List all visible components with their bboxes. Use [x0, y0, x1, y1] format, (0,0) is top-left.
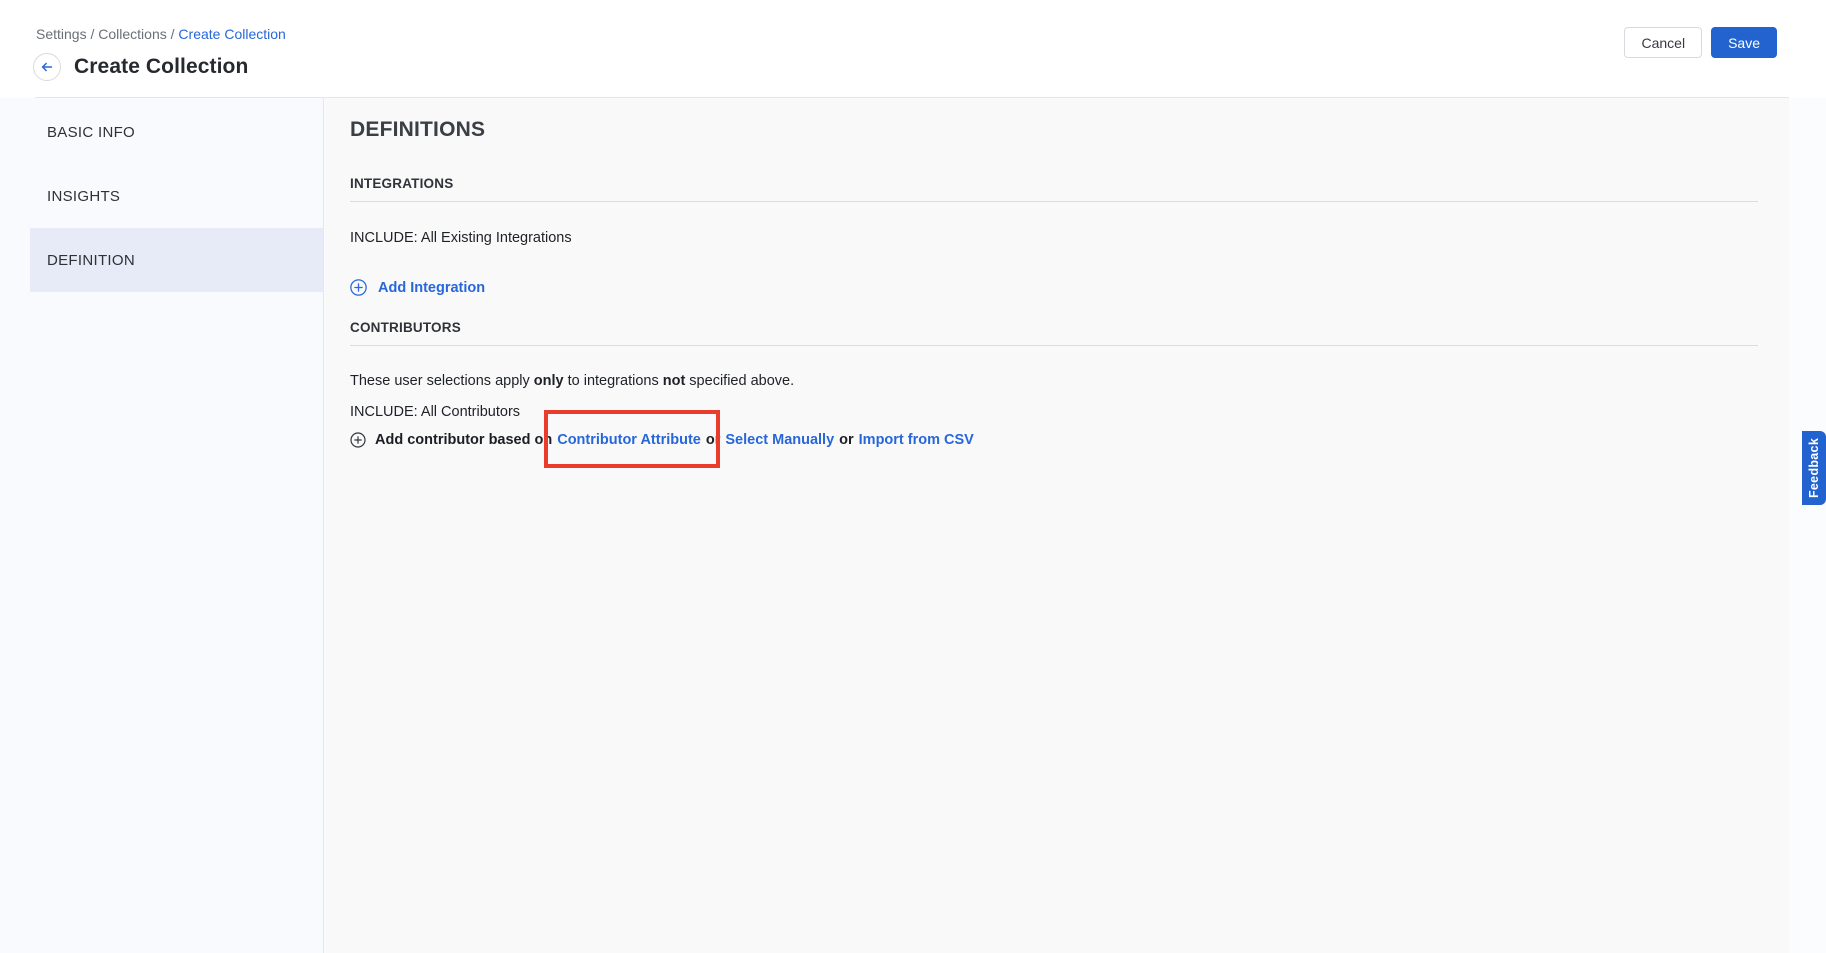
- main-content: DEFINITIONS INTEGRATIONS INCLUDE: All Ex…: [325, 98, 1789, 953]
- save-button[interactable]: Save: [1711, 27, 1777, 58]
- note-bold-only: only: [534, 373, 564, 389]
- sidebar-item-definition[interactable]: DEFINITION: [30, 228, 323, 292]
- integrations-include-text: INCLUDE: All Existing Integrations: [350, 230, 1758, 246]
- breadcrumb: Settings / Collections / Create Collecti…: [36, 26, 286, 42]
- title-row: Create Collection: [33, 53, 248, 81]
- page-title: Create Collection: [74, 55, 248, 79]
- sidebar-item-insights[interactable]: INSIGHTS: [30, 164, 323, 228]
- contributors-divider: [350, 345, 1758, 346]
- contributors-include-text: INCLUDE: All Contributors: [350, 402, 1758, 424]
- import-from-csv-link[interactable]: Import from CSV: [859, 432, 974, 448]
- note-bold-not: not: [663, 373, 686, 389]
- contributors-note: These user selections apply only to inte…: [350, 372, 1758, 392]
- arrow-left-icon: [40, 60, 54, 74]
- plus-circle-icon: [350, 432, 366, 448]
- contributor-attribute-link[interactable]: Contributor Attribute: [557, 432, 701, 448]
- header-actions: Cancel Save: [1624, 27, 1777, 58]
- integrations-section-label: INTEGRATIONS: [350, 176, 1758, 191]
- add-contributor-prefix: Add contributor based on: [375, 432, 552, 448]
- definitions-heading: DEFINITIONS: [350, 118, 1758, 142]
- add-contributor-row: Add contributor based on Contributor Att…: [350, 432, 1758, 448]
- app-window: Settings / Collections / Create Collecti…: [0, 0, 1826, 953]
- breadcrumb-separator: /: [167, 26, 179, 42]
- cancel-button[interactable]: Cancel: [1624, 27, 1702, 58]
- contributor-attribute-anchor: Contributor Attribute: [557, 432, 701, 448]
- add-integration-label: Add Integration: [378, 280, 485, 296]
- note-text: to integrations: [564, 373, 663, 389]
- select-manually-link[interactable]: Select Manually: [725, 432, 834, 448]
- breadcrumb-current: Create Collection: [178, 26, 285, 42]
- integrations-divider: [350, 201, 1758, 202]
- or-separator: or: [706, 432, 721, 448]
- plus-circle-icon: [350, 279, 367, 296]
- or-separator: or: [839, 432, 854, 448]
- back-button[interactable]: [33, 53, 61, 81]
- breadcrumb-separator: /: [87, 26, 99, 42]
- sidebar: BASIC INFO INSIGHTS DEFINITION: [0, 98, 324, 953]
- top-header: Settings / Collections / Create Collecti…: [0, 0, 1826, 98]
- note-text: These user selections apply: [350, 373, 534, 389]
- breadcrumb-settings[interactable]: Settings: [36, 26, 87, 42]
- sidebar-item-basic-info[interactable]: BASIC INFO: [30, 100, 323, 164]
- note-text: specified above.: [685, 373, 794, 389]
- feedback-tab[interactable]: Feedback: [1802, 431, 1826, 505]
- breadcrumb-collections[interactable]: Collections: [98, 26, 166, 42]
- contributors-section-label: CONTRIBUTORS: [350, 320, 1758, 335]
- add-integration-button[interactable]: Add Integration: [350, 279, 485, 296]
